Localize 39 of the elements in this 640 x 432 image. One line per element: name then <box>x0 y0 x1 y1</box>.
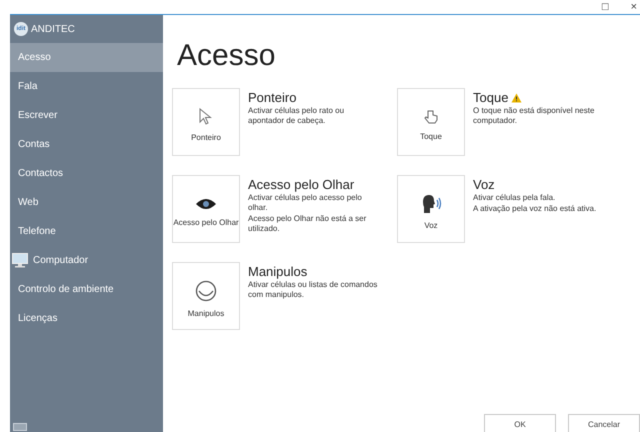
method-tile[interactable]: Acesso pelo Olhar <box>172 175 240 243</box>
method-description: Activar células pelo rato ou apontador de cabeça. <box>248 106 346 126</box>
maximize-button[interactable]: □ <box>602 0 609 14</box>
sidebar-item[interactable]: Acesso <box>10 43 163 72</box>
method-title: Acesso pelo Olhar <box>248 177 354 192</box>
sidebar-item[interactable]: Contas <box>10 130 163 159</box>
sidebar-item[interactable]: Controlo de ambiente <box>10 275 163 304</box>
hand-icon <box>423 108 439 124</box>
method-description: Ativar células ou listas de comandos com manipulos. <box>248 280 378 300</box>
method-title: Toque <box>473 90 508 105</box>
sidebar-item[interactable]: Contactos <box>10 159 163 188</box>
ok-button[interactable]: OK <box>484 414 556 432</box>
method-description: O toque não está disponível neste computador. <box>473 106 596 126</box>
sidebar-item[interactable]: Fala <box>10 72 163 101</box>
sidebar-item[interactable]: Web <box>10 188 163 217</box>
sidebar-item[interactable]: Escrever <box>10 101 163 130</box>
page-title: Acesso <box>176 39 276 73</box>
method-tile[interactable]: Manipulos <box>172 262 240 330</box>
speaking-head-icon <box>420 194 442 214</box>
method-description: Ativar células pela fala. <box>473 193 556 203</box>
round-button-icon <box>195 280 217 302</box>
method-description: A ativação pela voz não está ativa. <box>473 204 598 214</box>
sidebar-item[interactable]: Licenças <box>10 304 163 333</box>
method-title: Ponteiro <box>248 90 296 105</box>
sidebar-item[interactable]: Telefone <box>10 217 163 246</box>
method-description: Acesso pelo Olhar não está a ser utilizado. <box>248 214 368 234</box>
method-tile[interactable]: Ponteiro <box>172 88 240 156</box>
eye-icon <box>195 196 217 210</box>
method-tile[interactable]: Toque <box>397 88 465 156</box>
cancel-button[interactable]: Cancelar <box>568 414 640 432</box>
brand-name: ANDITEC <box>31 22 75 36</box>
sidebar-item[interactable]: Computador <box>10 246 163 275</box>
method-tile[interactable]: Voz <box>397 175 465 243</box>
close-button[interactable]: × <box>630 0 637 14</box>
method-description: Activar células pelo acesso pelo olhar. <box>248 193 363 213</box>
method-title: Voz <box>473 177 495 192</box>
monitor-icon <box>12 253 28 268</box>
cursor-icon <box>198 108 214 126</box>
method-title: Manipulos <box>248 264 308 279</box>
